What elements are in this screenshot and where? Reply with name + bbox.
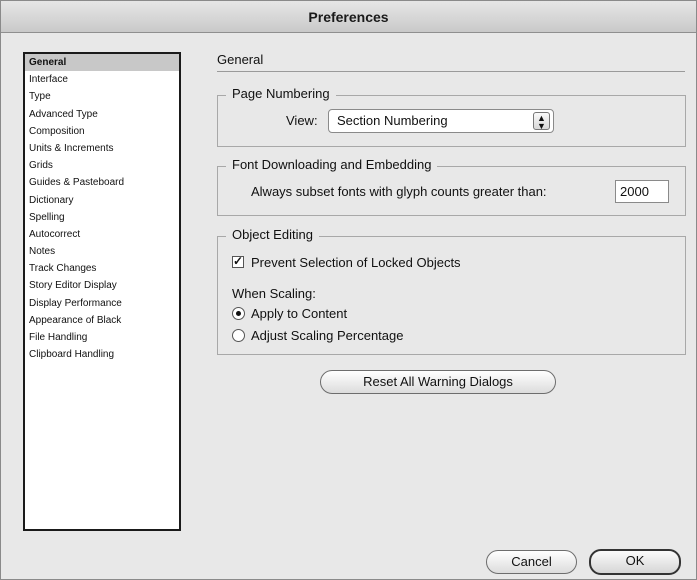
page-numbering-view-select[interactable]: Section Numbering ▲ ▼ xyxy=(328,109,554,133)
cancel-button[interactable]: Cancel xyxy=(486,550,577,574)
apply-to-content-radio[interactable] xyxy=(232,307,245,320)
sidebar-item-composition[interactable]: Composition xyxy=(25,123,179,140)
preferences-sidebar[interactable]: General Interface Type Advanced Type Com… xyxy=(23,52,181,531)
prevent-selection-label[interactable]: Prevent Selection of Locked Objects xyxy=(251,255,461,270)
adjust-scaling-label[interactable]: Adjust Scaling Percentage xyxy=(251,328,403,343)
sidebar-item-notes[interactable]: Notes xyxy=(25,243,179,260)
subset-fonts-label: Always subset fonts with glyph counts gr… xyxy=(251,184,547,199)
when-scaling-label: When Scaling: xyxy=(232,286,316,301)
apply-to-content-label[interactable]: Apply to Content xyxy=(251,306,347,321)
sidebar-item-track-changes[interactable]: Track Changes xyxy=(25,260,179,277)
sidebar-item-spelling[interactable]: Spelling xyxy=(25,209,179,226)
page-numbering-legend: Page Numbering xyxy=(226,86,336,101)
ok-button[interactable]: OK xyxy=(589,549,681,575)
sidebar-item-units-increments[interactable]: Units & Increments xyxy=(25,140,179,157)
preferences-window: Preferences General Interface Type Advan… xyxy=(0,0,697,580)
font-downloading-legend: Font Downloading and Embedding xyxy=(226,157,438,172)
adjust-scaling-radio[interactable] xyxy=(232,329,245,342)
sidebar-item-guides-pasteboard[interactable]: Guides & Pasteboard xyxy=(25,174,179,191)
view-label: View: xyxy=(286,113,318,128)
sidebar-item-advanced-type[interactable]: Advanced Type xyxy=(25,106,179,123)
reset-warning-dialogs-button[interactable]: Reset All Warning Dialogs xyxy=(320,370,556,394)
sidebar-item-story-editor-display[interactable]: Story Editor Display xyxy=(25,277,179,294)
sidebar-item-grids[interactable]: Grids xyxy=(25,157,179,174)
section-title: General xyxy=(217,52,264,67)
sidebar-item-general[interactable]: General xyxy=(25,54,179,72)
sidebar-item-type[interactable]: Type xyxy=(25,88,179,105)
object-editing-legend: Object Editing xyxy=(226,227,319,242)
view-select-value: Section Numbering xyxy=(337,113,448,128)
sidebar-item-clipboard-handling[interactable]: Clipboard Handling xyxy=(25,346,179,363)
radio-selected-dot xyxy=(236,311,241,316)
glyph-count-input[interactable]: 2000 xyxy=(615,180,669,203)
sidebar-item-display-performance[interactable]: Display Performance xyxy=(25,295,179,312)
sidebar-item-interface[interactable]: Interface xyxy=(25,71,179,88)
sidebar-item-dictionary[interactable]: Dictionary xyxy=(25,192,179,209)
window-title: Preferences xyxy=(1,1,696,33)
section-divider xyxy=(217,71,685,72)
sidebar-item-file-handling[interactable]: File Handling xyxy=(25,329,179,346)
sidebar-item-appearance-of-black[interactable]: Appearance of Black xyxy=(25,312,179,329)
updown-arrows-icon: ▲ ▼ xyxy=(533,112,550,131)
sidebar-item-autocorrect[interactable]: Autocorrect xyxy=(25,226,179,243)
prevent-selection-checkbox[interactable]: ✓ xyxy=(232,255,244,268)
